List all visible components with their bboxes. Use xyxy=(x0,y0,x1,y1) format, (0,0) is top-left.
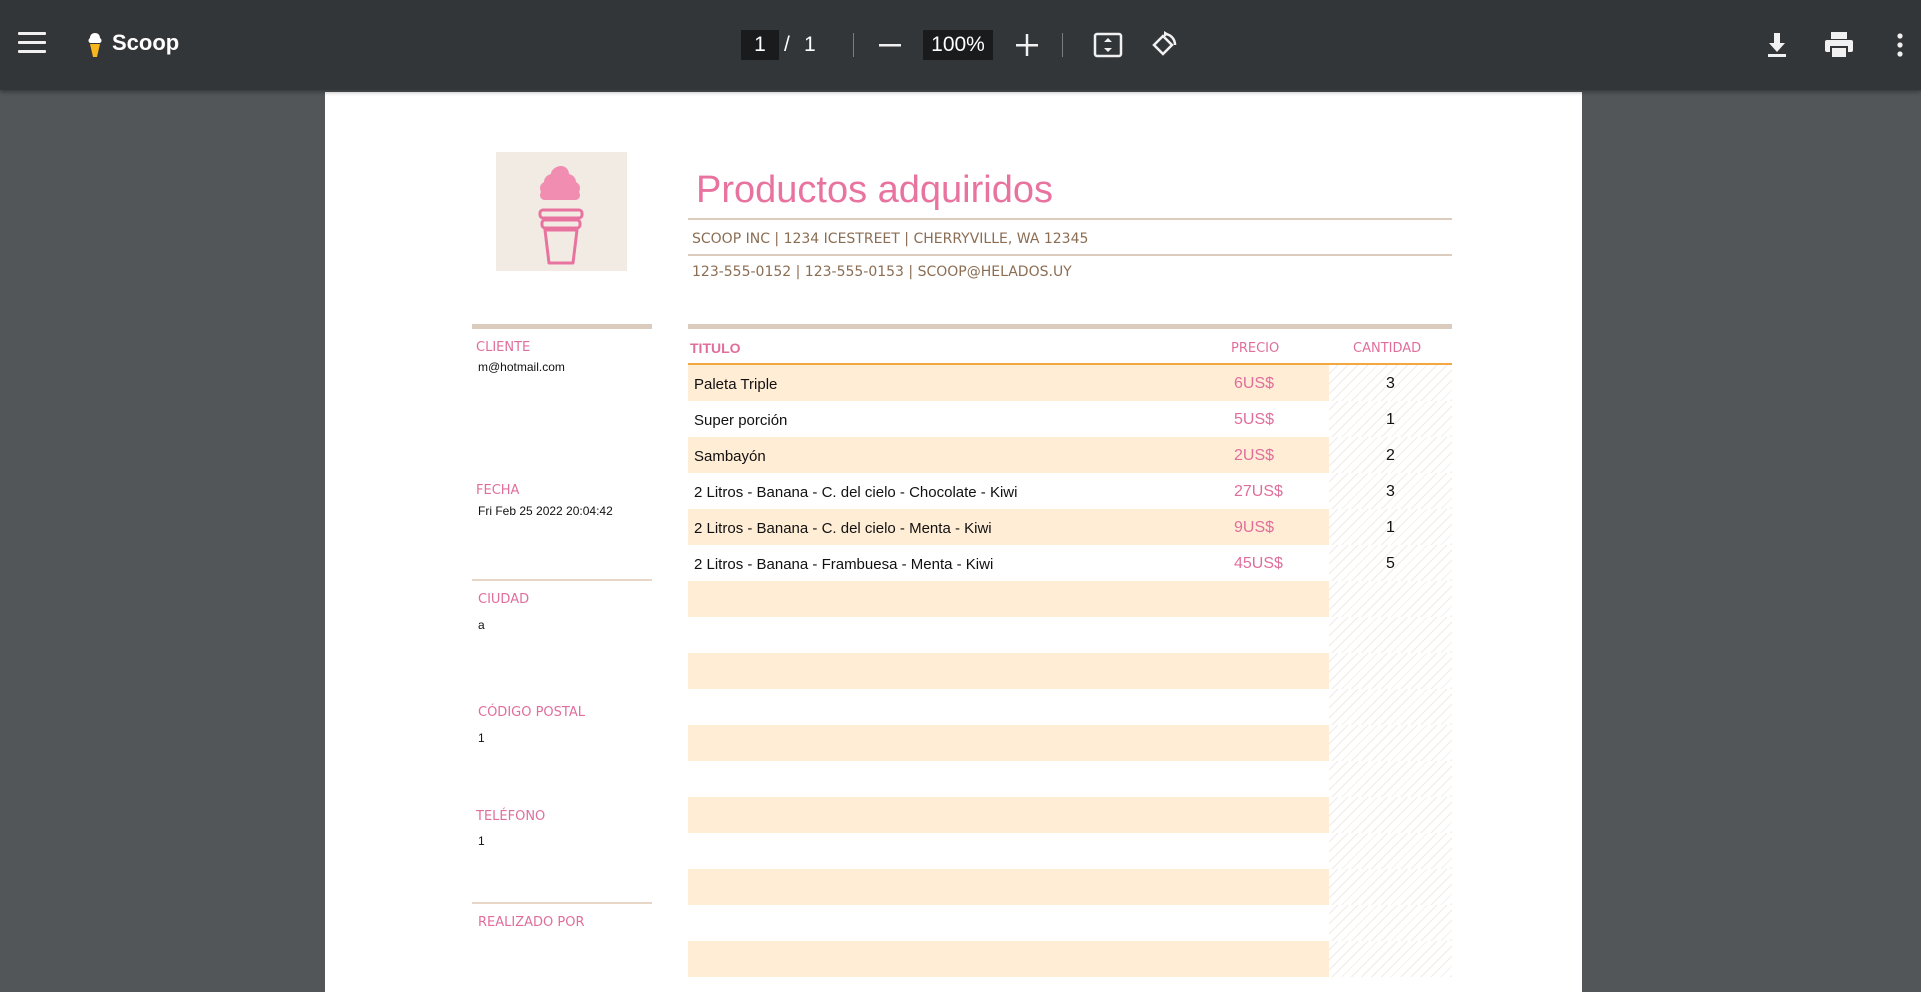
zoom-level-input[interactable]: 100% xyxy=(923,30,993,60)
minus-icon[interactable] xyxy=(877,33,903,57)
logo xyxy=(496,152,627,271)
product-title: Sambayón xyxy=(694,448,766,465)
table-row: Paleta Triple 6US$ 3 xyxy=(688,365,1452,401)
codigo-postal-label: CÓDIGO POSTAL xyxy=(478,705,585,720)
table-row-empty xyxy=(688,689,1452,725)
table-row-empty xyxy=(688,581,1452,617)
ice-cream-icon xyxy=(88,33,102,57)
pdf-page: Productos adquiridos SCOOP INC | 1234 IC… xyxy=(325,92,1582,992)
page-number-input[interactable]: 1 xyxy=(741,30,779,60)
table-row: 2 Litros - Banana - C. del cielo - Choco… xyxy=(688,473,1452,509)
product-price: 6US$ xyxy=(1234,375,1275,392)
title-rule xyxy=(688,218,1452,220)
fit-page-icon[interactable] xyxy=(1092,30,1124,60)
product-price: 45US$ xyxy=(1234,555,1283,572)
table-row: Super porción 5US$ 1 xyxy=(688,401,1452,437)
address-rule xyxy=(688,254,1452,256)
column-header-precio: PRECIO xyxy=(1231,341,1280,356)
product-quantity: 1 xyxy=(1386,411,1395,428)
table-row-empty xyxy=(688,941,1452,977)
fecha-label: FECHA xyxy=(476,483,520,498)
product-price: 9US$ xyxy=(1234,519,1275,536)
realizado-por-label: REALIZADO POR xyxy=(478,915,585,930)
product-quantity: 5 xyxy=(1386,555,1395,572)
table-row-empty xyxy=(688,797,1452,833)
product-title: 2 Litros - Banana - Frambuesa - Menta - … xyxy=(694,556,994,573)
table-row-empty xyxy=(688,905,1452,941)
fecha-value: Fri Feb 25 2022 20:04:42 xyxy=(478,504,613,518)
table-row: 2 Litros - Banana - C. del cielo - Menta… xyxy=(688,509,1452,545)
table-row: Sambayón 2US$ 2 xyxy=(688,437,1452,473)
product-title: Paleta Triple xyxy=(694,376,778,393)
pdf-toolbar: Scoop 1 / 1 100% xyxy=(0,0,1921,90)
product-price: 2US$ xyxy=(1234,447,1275,464)
document-title: Productos adquiridos xyxy=(696,169,1053,211)
ciudad-label: CIUDAD xyxy=(478,592,530,607)
company-contact: 123-555-0152 | 123-555-0153 | SCOOP@HELA… xyxy=(692,264,1072,280)
plus-icon[interactable] xyxy=(1014,33,1040,57)
telefono-value: 1 xyxy=(478,834,485,848)
toolbar-divider xyxy=(853,33,854,57)
toolbar-divider xyxy=(1062,33,1063,57)
table-row-empty xyxy=(688,617,1452,653)
ice-cream-logo-icon xyxy=(538,166,584,265)
table-row: 2 Litros - Banana - Frambuesa - Menta - … xyxy=(688,545,1452,581)
sidebar-rule xyxy=(472,579,652,581)
cliente-label: CLIENTE xyxy=(476,340,531,355)
page-separator: / xyxy=(784,33,790,56)
table-row-empty xyxy=(688,653,1452,689)
menu-button[interactable] xyxy=(18,32,46,56)
sidebar-rule xyxy=(472,902,652,904)
ciudad-value: a xyxy=(478,618,485,632)
product-price: 5US$ xyxy=(1234,411,1275,428)
page-total: 1 xyxy=(804,33,816,56)
product-price: 27US$ xyxy=(1234,483,1283,500)
table-row-empty xyxy=(688,833,1452,869)
product-title: Super porción xyxy=(694,412,788,429)
table-header: TITULO PRECIO CANTIDAD xyxy=(688,329,1452,365)
column-header-titulo: TITULO xyxy=(690,340,741,356)
products-table: Paleta Triple 6US$ 3 Super porción 5US$ 1 Sa… xyxy=(688,365,1452,977)
telefono-label: TELÉFONO xyxy=(476,809,546,824)
company-address: SCOOP INC | 1234 ICESTREET | CHERRYVILLE… xyxy=(692,231,1089,247)
product-title: 2 Litros - Banana - C. del cielo - Choco… xyxy=(694,484,1018,501)
sidebar-top-rule xyxy=(472,324,652,329)
codigo-postal-value: 1 xyxy=(478,731,485,745)
table-row-empty xyxy=(688,725,1452,761)
app-title: Scoop xyxy=(112,30,180,55)
column-header-cantidad: CANTIDAD xyxy=(1353,341,1422,356)
menu-icon xyxy=(18,32,46,35)
download-icon[interactable] xyxy=(1762,30,1792,60)
cliente-value: m@hotmail.com xyxy=(478,360,565,374)
product-title: 2 Litros - Banana - C. del cielo - Menta… xyxy=(694,520,992,537)
product-quantity: 3 xyxy=(1386,483,1395,500)
product-quantity: 1 xyxy=(1386,519,1395,536)
print-icon[interactable] xyxy=(1822,30,1856,60)
table-row-empty xyxy=(688,761,1452,797)
product-quantity: 3 xyxy=(1386,375,1395,392)
rotate-icon[interactable] xyxy=(1148,30,1178,60)
more-vert-icon[interactable] xyxy=(1888,30,1912,60)
product-quantity: 2 xyxy=(1386,447,1395,464)
table-row-empty xyxy=(688,869,1452,905)
